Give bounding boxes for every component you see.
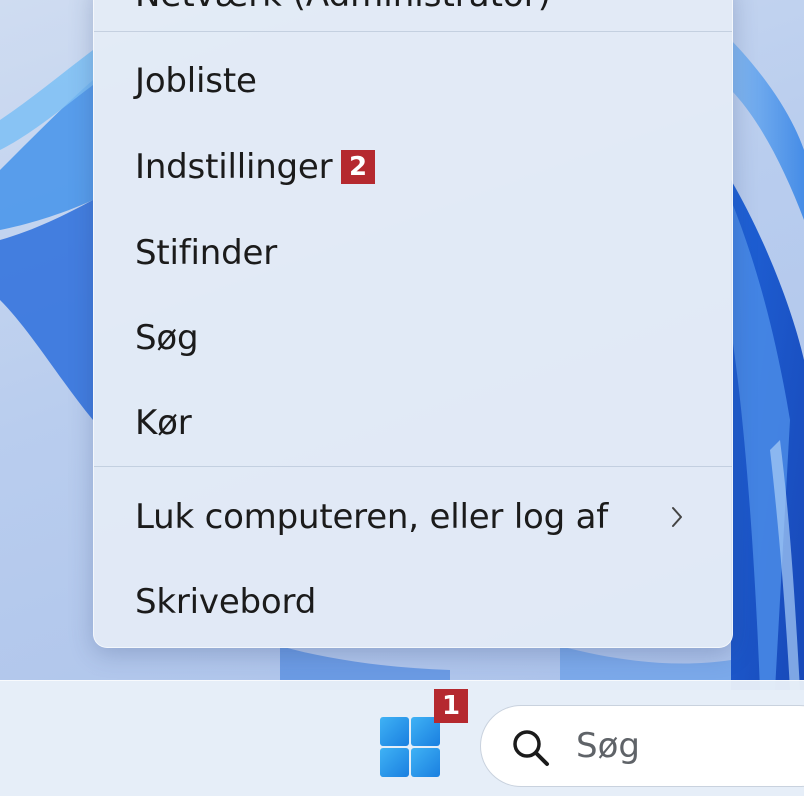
chevron-right-icon <box>672 507 682 527</box>
taskbar: 1 Søg <box>0 680 804 796</box>
menu-item-indstillinger[interactable]: Indstillinger 2 <box>94 127 732 207</box>
menu-item-label: Indstillinger <box>135 147 333 187</box>
menu-item-label: Kør <box>135 403 192 443</box>
menu-item-label: Stifinder <box>135 233 278 273</box>
menu-divider <box>94 466 732 467</box>
menu-item-cut-off[interactable]: Netværk (Administrator) <box>135 0 551 15</box>
search-icon <box>513 730 549 766</box>
menu-item-label: Søg <box>135 318 199 358</box>
menu-item-skrivebord[interactable]: Skrivebord <box>94 562 732 642</box>
menu-item-shutdown[interactable]: Luk computeren, eller log af <box>94 477 732 557</box>
menu-item-label: Jobliste <box>135 61 257 101</box>
windows-logo-icon <box>380 717 440 777</box>
callout-badge-1: 1 <box>434 689 468 723</box>
menu-item-koer[interactable]: Kør <box>94 383 732 463</box>
menu-item-stifinder[interactable]: Stifinder <box>94 213 732 293</box>
menu-item-label: Luk computeren, eller log af <box>135 497 609 537</box>
menu-item-jobliste[interactable]: Jobliste <box>94 41 732 121</box>
menu-item-label: Skrivebord <box>135 582 317 622</box>
quick-link-menu: Netværk (Administrator) Jobliste Indstil… <box>93 0 733 648</box>
desktop: Netværk (Administrator) Jobliste Indstil… <box>0 0 804 796</box>
search-placeholder: Søg <box>576 726 640 766</box>
callout-badge-2: 2 <box>341 150 375 184</box>
search-box[interactable]: Søg <box>480 705 804 787</box>
menu-item-soeg[interactable]: Søg <box>94 298 732 378</box>
menu-divider <box>94 31 732 32</box>
